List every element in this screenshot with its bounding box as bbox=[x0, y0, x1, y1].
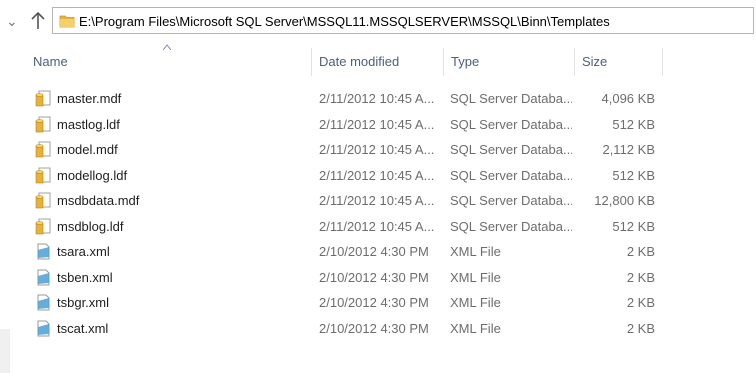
folder-icon bbox=[59, 15, 75, 28]
file-date: 2/11/2012 10:45 A... bbox=[319, 218, 435, 234]
file-name: tsara.xml bbox=[57, 244, 110, 259]
file-date: 2/10/2012 4:30 PM bbox=[319, 320, 429, 336]
file-name: tsbgr.xml bbox=[57, 295, 110, 310]
file-name: msdbdata.mdf bbox=[57, 193, 140, 208]
file-type: SQL Server Databa... bbox=[450, 142, 572, 157]
sql-db-file-icon bbox=[35, 116, 51, 132]
file-name: master.mdf bbox=[57, 91, 122, 106]
sql-db-file-icon bbox=[35, 218, 51, 234]
sql-db-file-icon bbox=[35, 167, 51, 183]
file-size: 512 KB bbox=[612, 167, 655, 183]
column-header-type[interactable]: Type bbox=[451, 48, 571, 76]
file-type: SQL Server Databa... bbox=[450, 218, 572, 234]
file-type: XML File bbox=[450, 269, 501, 285]
up-arrow-icon[interactable] bbox=[28, 10, 48, 32]
file-date: 2/11/2012 10:45 A... bbox=[319, 91, 435, 106]
xml-file-icon bbox=[37, 269, 50, 285]
file-size: 2 KB bbox=[626, 320, 655, 336]
file-row[interactable]: msdblog.ldf 2/11/2012 10:45 A... SQL Ser… bbox=[0, 214, 756, 239]
file-row[interactable]: tscat.xml 2/10/2012 4:30 PM XML File 2 K… bbox=[0, 316, 756, 341]
file-name: mastlog.ldf bbox=[57, 116, 120, 132]
file-size: 512 KB bbox=[612, 218, 655, 234]
file-type: SQL Server Databa... bbox=[450, 116, 572, 132]
file-type: SQL Server Databa... bbox=[450, 193, 572, 208]
column-header: Name Date modified Type Size bbox=[0, 48, 756, 76]
file-date: 2/10/2012 4:30 PM bbox=[319, 244, 429, 259]
file-row[interactable]: mastlog.ldf 2/11/2012 10:45 A... SQL Ser… bbox=[0, 112, 756, 137]
file-type: XML File bbox=[450, 244, 501, 259]
file-date: 2/11/2012 10:45 A... bbox=[319, 167, 435, 183]
file-date: 2/10/2012 4:30 PM bbox=[319, 269, 429, 285]
column-divider[interactable] bbox=[311, 48, 312, 76]
sql-db-file-icon bbox=[35, 90, 51, 107]
file-size: 2 KB bbox=[626, 244, 655, 259]
file-row[interactable]: modellog.ldf 2/11/2012 10:45 A... SQL Se… bbox=[0, 163, 756, 188]
file-size: 4,096 KB bbox=[601, 91, 656, 106]
file-row[interactable]: tsbgr.xml 2/10/2012 4:30 PM XML File 2 K… bbox=[0, 290, 756, 315]
file-size: 2 KB bbox=[626, 269, 655, 285]
file-size: 512 KB bbox=[612, 116, 655, 132]
file-row[interactable]: master.mdf 2/11/2012 10:45 A... SQL Serv… bbox=[0, 86, 756, 111]
file-name: tsben.xml bbox=[57, 269, 113, 285]
file-date: 2/11/2012 10:45 A... bbox=[319, 142, 435, 157]
file-row[interactable]: tsben.xml 2/10/2012 4:30 PM XML File 2 K… bbox=[0, 265, 756, 290]
file-name: model.mdf bbox=[57, 142, 118, 157]
column-divider[interactable] bbox=[443, 48, 444, 76]
file-date: 2/10/2012 4:30 PM bbox=[319, 295, 429, 310]
address-bar-row: ⌄ E:\Program Files\Microsoft SQL Server\… bbox=[0, 0, 756, 44]
file-name: tscat.xml bbox=[57, 320, 109, 336]
file-type: XML File bbox=[450, 295, 501, 310]
sql-db-file-icon bbox=[35, 192, 51, 209]
file-size: 12,800 KB bbox=[594, 193, 655, 208]
xml-file-icon bbox=[37, 320, 50, 336]
file-date: 2/11/2012 10:45 A... bbox=[319, 193, 435, 208]
file-name: modellog.ldf bbox=[57, 167, 128, 183]
xml-file-icon bbox=[37, 243, 50, 260]
column-divider[interactable] bbox=[662, 48, 663, 76]
sql-db-file-icon bbox=[35, 141, 51, 158]
file-row[interactable]: tsara.xml 2/10/2012 4:30 PM XML File 2 K… bbox=[0, 239, 756, 264]
xml-file-icon bbox=[37, 294, 50, 311]
file-type: SQL Server Databa... bbox=[450, 167, 572, 183]
column-header-name[interactable]: Name bbox=[33, 48, 303, 76]
file-size: 2 KB bbox=[626, 295, 655, 310]
file-type: SQL Server Databa... bbox=[450, 91, 572, 106]
column-header-size[interactable]: Size bbox=[582, 48, 652, 76]
file-type: XML File bbox=[450, 320, 501, 336]
file-size: 2,112 KB bbox=[602, 142, 655, 157]
column-header-date-modified[interactable]: Date modified bbox=[319, 48, 439, 76]
address-bar[interactable]: E:\Program Files\Microsoft SQL Server\MS… bbox=[52, 7, 754, 34]
file-date: 2/11/2012 10:45 A... bbox=[319, 116, 435, 132]
file-row[interactable]: msdbdata.mdf 2/11/2012 10:45 A... SQL Se… bbox=[0, 188, 756, 213]
column-divider[interactable] bbox=[574, 48, 575, 76]
address-path: E:\Program Files\Microsoft SQL Server\MS… bbox=[79, 14, 610, 29]
chevron-down-icon[interactable]: ⌄ bbox=[6, 14, 18, 28]
file-name: msdblog.ldf bbox=[57, 218, 124, 234]
file-row[interactable]: model.mdf 2/11/2012 10:45 A... SQL Serve… bbox=[0, 137, 756, 162]
